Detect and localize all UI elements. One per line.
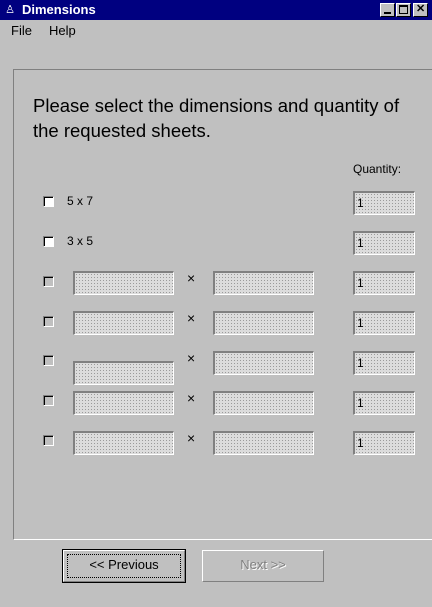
maximize-button[interactable]: [396, 3, 411, 17]
checkbox-custom-2[interactable]: [43, 316, 54, 327]
checkbox-custom-1[interactable]: [43, 276, 54, 287]
times-sign: ×: [187, 390, 196, 406]
checkbox-3x5[interactable]: [43, 236, 54, 247]
width-field-custom-3[interactable]: [73, 361, 174, 385]
menu-help[interactable]: Help: [49, 23, 76, 38]
quantity-field-3x5[interactable]: 1: [353, 231, 415, 255]
size-label-3x5: 3 x 5: [67, 234, 94, 248]
close-button[interactable]: ✕: [413, 3, 428, 17]
menu-bar: File Help: [0, 20, 432, 40]
checkbox-custom-4[interactable]: [43, 395, 54, 406]
minimize-button[interactable]: [380, 3, 395, 17]
close-icon: ✕: [416, 3, 426, 15]
height-field-custom-1[interactable]: [213, 271, 314, 295]
times-sign: ×: [187, 430, 196, 446]
quantity-field-custom-1[interactable]: 1: [353, 271, 415, 295]
width-field-custom-1[interactable]: [73, 271, 174, 295]
quantity-field-custom-3[interactable]: 1: [353, 351, 415, 375]
height-field-custom-4[interactable]: [213, 391, 314, 415]
menu-file[interactable]: File: [11, 23, 32, 38]
checkbox-custom-3[interactable]: [43, 355, 54, 366]
times-sign: ×: [187, 310, 196, 326]
width-field-custom-2[interactable]: [73, 311, 174, 335]
times-sign: ×: [187, 270, 196, 286]
height-field-custom-2[interactable]: [213, 311, 314, 335]
checkbox-custom-5[interactable]: [43, 435, 54, 446]
next-button[interactable]: Next >>: [202, 550, 324, 582]
size-label-5x7: 5 x 7: [67, 194, 94, 208]
page-heading: Please select the dimensions and quantit…: [33, 95, 400, 141]
window-title: Dimensions: [22, 2, 96, 17]
quantity-field-custom-2[interactable]: 1: [353, 311, 415, 335]
checkbox-5x7[interactable]: [43, 196, 54, 207]
width-field-custom-4[interactable]: [73, 391, 174, 415]
width-field-custom-5[interactable]: [73, 431, 174, 455]
height-field-custom-3[interactable]: [213, 351, 314, 375]
times-sign: ×: [187, 350, 196, 366]
quantity-field-custom-5[interactable]: 1: [353, 431, 415, 455]
quantity-field-custom-4[interactable]: 1: [353, 391, 415, 415]
height-field-custom-5[interactable]: [213, 431, 314, 455]
app-icon[interactable]: ♙: [3, 3, 17, 17]
quantity-field-5x7[interactable]: 1: [353, 191, 415, 215]
quantity-header: Quantity:: [353, 162, 402, 176]
previous-button[interactable]: << Previous: [62, 549, 186, 583]
title-bar: ♙ Dimensions ✕: [0, 0, 432, 20]
previous-button-label: << Previous: [67, 554, 181, 578]
